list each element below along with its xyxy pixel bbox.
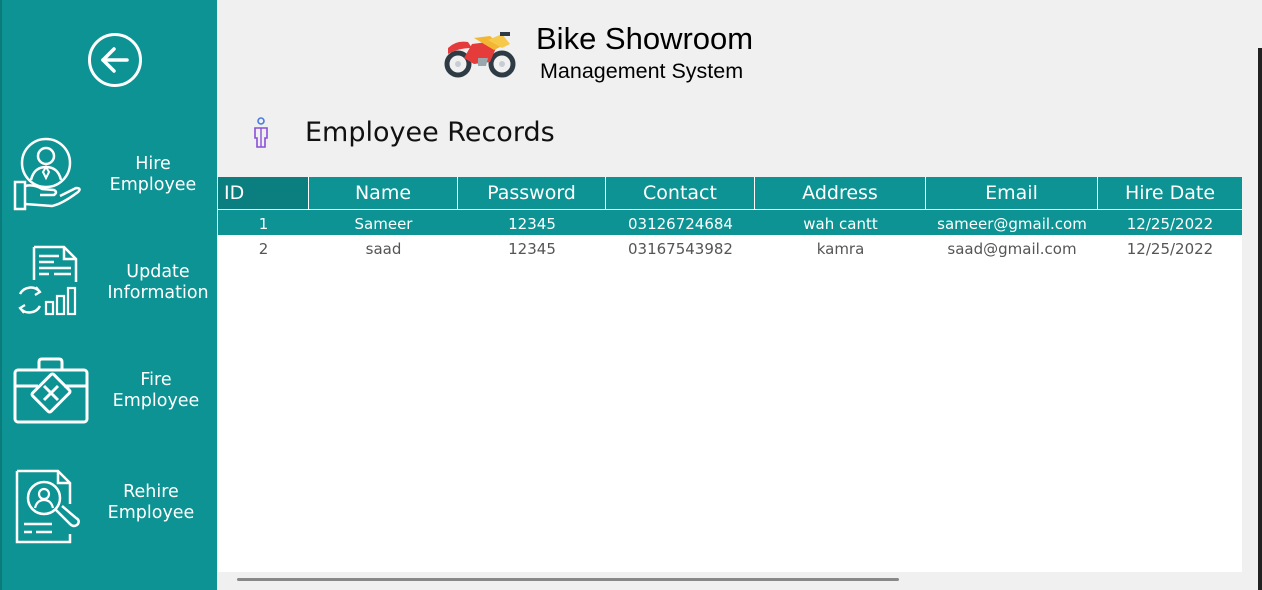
table-header: ID Name Password Contact Address Email H… — [218, 177, 1242, 209]
cell-id: 2 — [258, 240, 269, 258]
motorcycle-icon — [444, 32, 516, 78]
cell-contact: 03167543982 — [628, 240, 733, 258]
arrow-left-icon — [101, 47, 129, 73]
cell-address: kamra — [816, 240, 865, 258]
cell-email: saad@gmail.com — [947, 240, 1077, 258]
horizontal-scrollbar[interactable] — [237, 578, 899, 581]
cell-name: Sameer — [354, 215, 413, 233]
fire-employee-icon — [13, 357, 89, 424]
sidebar-item-label: Hire Employee — [109, 154, 197, 195]
column-header-hire-date[interactable]: Hire Date — [1098, 177, 1242, 209]
cell-contact: 03126724684 — [628, 215, 733, 233]
update-information-icon — [18, 245, 78, 316]
back-button[interactable] — [88, 33, 142, 87]
sidebar-item-rehire-employee[interactable]: Rehire Employee — [2, 462, 219, 562]
rehire-employee-icon — [15, 469, 80, 544]
app-subtitle: Management System — [540, 59, 744, 83]
column-header-address[interactable]: Address — [755, 177, 926, 209]
employee-records-table[interactable]: ID Name Password Contact Address Email H… — [218, 177, 1242, 572]
window-edge — [1258, 48, 1262, 590]
table-row[interactable]: 1 Sameer 12345 03126724684 wah cantt sam… — [218, 210, 1242, 235]
cell-email: sameer@gmail.com — [937, 215, 1087, 233]
sidebar-item-hire-employee[interactable]: Hire Employee — [2, 130, 219, 230]
cell-address: wah cantt — [803, 215, 878, 233]
sidebar: Hire Employee Update Information Fire Em… — [0, 0, 217, 590]
table-row[interactable]: 2 saad 12345 03167543982 kamra saad@gmai… — [218, 235, 1242, 260]
cell-hire-date: 12/25/2022 — [1126, 240, 1214, 258]
cell-name: saad — [365, 240, 402, 258]
sidebar-item-label: Update Information — [107, 262, 209, 303]
column-header-name[interactable]: Name — [309, 177, 458, 209]
cell-password: 12345 — [508, 215, 556, 233]
employee-icon — [254, 117, 268, 148]
hire-employee-icon — [13, 137, 81, 211]
cell-id: 1 — [258, 215, 269, 233]
cell-password: 12345 — [508, 240, 556, 258]
column-header-contact[interactable]: Contact — [606, 177, 755, 209]
column-header-id[interactable]: ID — [218, 177, 309, 209]
column-header-password[interactable]: Password — [458, 177, 606, 209]
sidebar-item-label: Rehire Employee — [107, 482, 195, 523]
section-title: Employee Records — [305, 117, 555, 148]
sidebar-item-label: Fire Employee — [112, 370, 200, 411]
app-title: Bike Showroom — [536, 21, 754, 56]
main-window: Hire Employee Update Information Fire Em… — [0, 0, 1262, 590]
cell-hire-date: 12/25/2022 — [1126, 215, 1214, 233]
column-header-email[interactable]: Email — [926, 177, 1098, 209]
sidebar-item-update-information[interactable]: Update Information — [2, 240, 219, 340]
sidebar-item-fire-employee[interactable]: Fire Employee — [2, 350, 219, 450]
